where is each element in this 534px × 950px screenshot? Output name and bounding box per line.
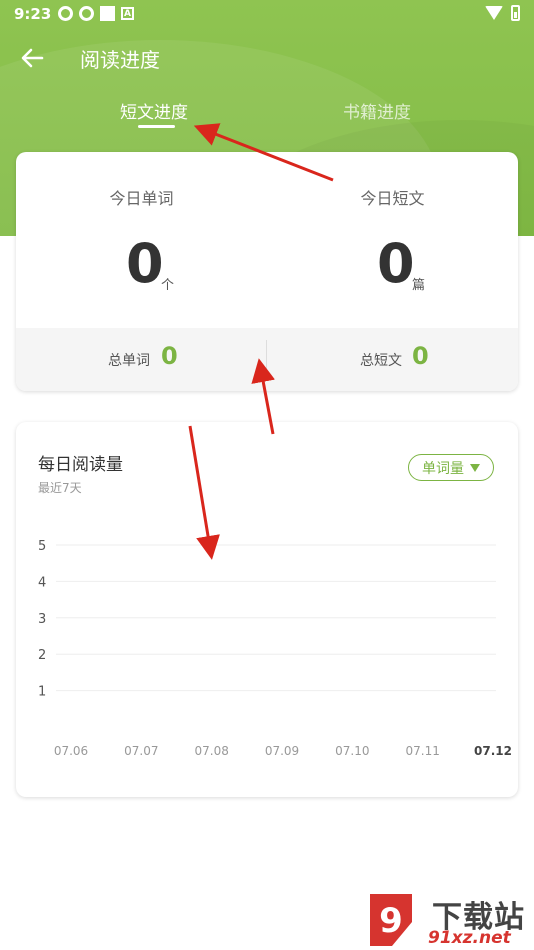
tab-indicator <box>138 125 175 128</box>
watermark-logo-icon: 9 <box>370 894 412 946</box>
y-tick-label: 4 <box>38 575 46 590</box>
x-tick-label: 07.09 <box>265 744 299 758</box>
status-time: 9:23 <box>14 5 52 23</box>
y-tick-label: 5 <box>38 539 46 554</box>
x-tick-label: 07.06 <box>54 744 88 758</box>
back-arrow-icon[interactable] <box>18 44 46 72</box>
y-tick-label: 3 <box>38 612 46 627</box>
svg-text:9: 9 <box>379 901 403 941</box>
today-words-unit: 个 <box>161 278 175 293</box>
today-words-label: 今日单词 <box>109 189 174 208</box>
status-bar: 9:23 A <box>0 0 534 28</box>
today-words-value: 0 <box>126 232 164 295</box>
today-articles-unit: 篇 <box>412 278 426 293</box>
chart-plot: 1 2 3 4 5 07.06 07.07 07.08 07.09 07.10 07.11 07.12 <box>38 539 512 758</box>
today-articles-label: 今日短文 <box>360 189 425 208</box>
totals-divider <box>266 340 267 378</box>
system-icons <box>485 5 520 21</box>
sync-icon <box>58 6 73 21</box>
watermark-url: 91xz.net <box>428 928 511 948</box>
sync-icon-2 <box>79 6 94 21</box>
x-tick-label: 07.10 <box>335 744 369 758</box>
wifi-icon <box>485 6 503 20</box>
y-tick-label: 1 <box>38 685 46 700</box>
tab-book-progress[interactable]: 书籍进度 <box>343 98 411 123</box>
today-articles-value: 0 <box>377 232 415 295</box>
x-tick-label: 07.07 <box>124 744 158 758</box>
totals-row: 总单词 0 总短文 0 <box>16 328 518 391</box>
notification-icons: A <box>58 6 134 21</box>
page-title: 阅读进度 <box>80 48 160 72</box>
total-articles-value: 0 <box>412 342 429 370</box>
x-tick-label: 07.11 <box>405 744 439 758</box>
x-tick-label: 07.12 <box>474 744 512 758</box>
tab-article-progress[interactable]: 短文进度 <box>120 98 188 123</box>
y-tick-label: 2 <box>38 648 46 663</box>
total-words-label: 总单词 <box>108 353 150 369</box>
stats-card: 今日单词 今日短文 0 个 0 篇 总单词 0 总短文 0 <box>16 152 518 391</box>
daily-reading-chart-card: 每日阅读量 最近7天 单词量 1 2 3 4 5 07.06 07.07 07.08 07.09… <box>16 422 518 797</box>
watermark: 9 下载站 91xz.net <box>362 888 534 950</box>
a-badge-icon: A <box>121 7 134 20</box>
total-words-value: 0 <box>161 342 178 370</box>
battery-icon <box>511 5 520 21</box>
square-icon <box>100 6 115 21</box>
x-tick-label: 07.08 <box>194 744 228 758</box>
total-articles-label: 总短文 <box>360 353 402 369</box>
